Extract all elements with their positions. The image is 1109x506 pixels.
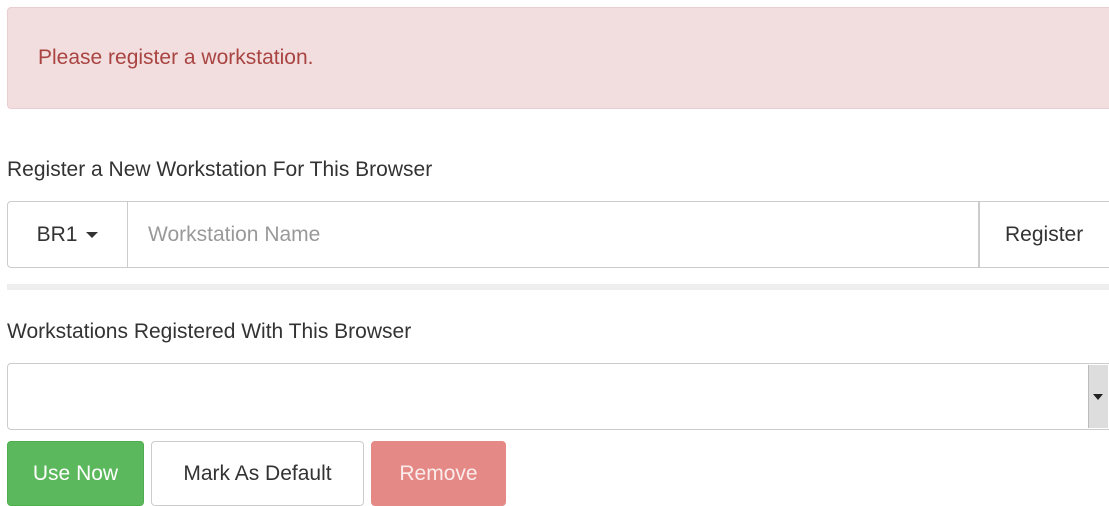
register-workstation-alert: Please register a workstation. bbox=[7, 7, 1109, 109]
register-workstation-input-group: BR1 Register bbox=[7, 201, 1109, 268]
registered-section-heading: Workstations Registered With This Browse… bbox=[7, 320, 412, 343]
register-section-heading: Register a New Workstation For This Brow… bbox=[7, 158, 433, 181]
remove-button[interactable]: Remove bbox=[371, 441, 506, 506]
select-arrow-icon[interactable] bbox=[1088, 365, 1108, 428]
register-button[interactable]: Register bbox=[979, 201, 1109, 268]
workstation-name-input[interactable] bbox=[128, 201, 979, 268]
use-now-button[interactable]: Use Now bbox=[7, 441, 144, 506]
org-unit-value: BR1 bbox=[36, 222, 78, 246]
registered-workstations-select[interactable] bbox=[7, 363, 1109, 430]
org-unit-dropdown[interactable]: BR1 bbox=[7, 201, 128, 268]
alert-message: Please register a workstation. bbox=[38, 46, 314, 69]
caret-down-icon bbox=[86, 231, 99, 238]
mark-as-default-button[interactable]: Mark As Default bbox=[151, 441, 364, 506]
section-divider bbox=[7, 284, 1109, 290]
